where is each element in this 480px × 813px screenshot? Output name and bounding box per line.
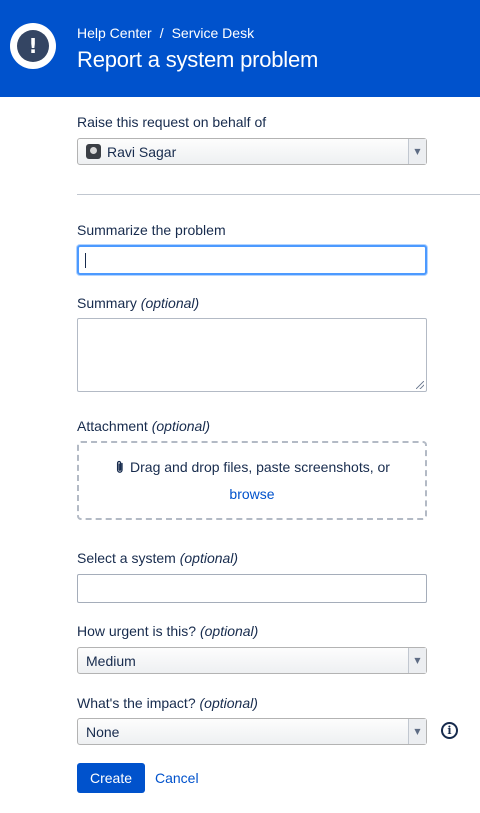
breadcrumb-help-center[interactable]: Help Center xyxy=(77,25,152,41)
portal-header: ! Help Center / Service Desk Report a sy… xyxy=(0,0,480,97)
text-caret xyxy=(85,253,86,268)
impact-select[interactable]: None ▼ xyxy=(77,718,427,745)
system-input[interactable] xyxy=(77,574,427,603)
chevron-down-icon: ▼ xyxy=(408,719,426,744)
system-label: Select a system (optional) xyxy=(77,550,239,566)
info-icon[interactable]: i xyxy=(441,722,458,739)
avatar xyxy=(86,144,101,159)
browse-link[interactable]: browse xyxy=(79,486,425,502)
resize-handle-icon[interactable] xyxy=(416,381,424,389)
summary-textarea[interactable] xyxy=(77,318,427,392)
attachment-dropzone[interactable]: Drag and drop files, paste screenshots, … xyxy=(77,441,427,520)
chevron-down-icon: ▼ xyxy=(408,139,426,164)
cancel-button[interactable]: Cancel xyxy=(155,770,199,786)
create-button[interactable]: Create xyxy=(77,763,145,793)
behalf-label: Raise this request on behalf of xyxy=(77,114,267,130)
attachment-label: Attachment (optional) xyxy=(77,418,211,434)
breadcrumb: Help Center / Service Desk xyxy=(77,25,254,41)
urgency-label: How urgent is this? (optional) xyxy=(77,623,259,639)
breadcrumb-service-desk[interactable]: Service Desk xyxy=(172,25,254,41)
impact-label: What's the impact? (optional) xyxy=(77,695,258,711)
breadcrumb-separator: / xyxy=(159,25,164,41)
paperclip-icon xyxy=(116,460,123,473)
impact-value: None xyxy=(86,724,120,740)
urgency-select[interactable]: Medium ▼ xyxy=(77,647,427,674)
dropzone-text: Drag and drop files, paste screenshots, … xyxy=(79,459,425,475)
summarize-input[interactable] xyxy=(77,245,427,275)
page-title: Report a system problem xyxy=(77,47,319,72)
urgency-value: Medium xyxy=(86,653,136,669)
alert-icon: ! xyxy=(10,23,56,69)
chevron-down-icon: ▼ xyxy=(408,648,426,673)
section-divider xyxy=(77,194,480,195)
behalf-value: Ravi Sagar xyxy=(107,144,177,160)
summary-label: Summary (optional) xyxy=(77,295,200,311)
summarize-label: Summarize the problem xyxy=(77,222,226,238)
behalf-select[interactable]: Ravi Sagar ▼ xyxy=(77,138,427,165)
